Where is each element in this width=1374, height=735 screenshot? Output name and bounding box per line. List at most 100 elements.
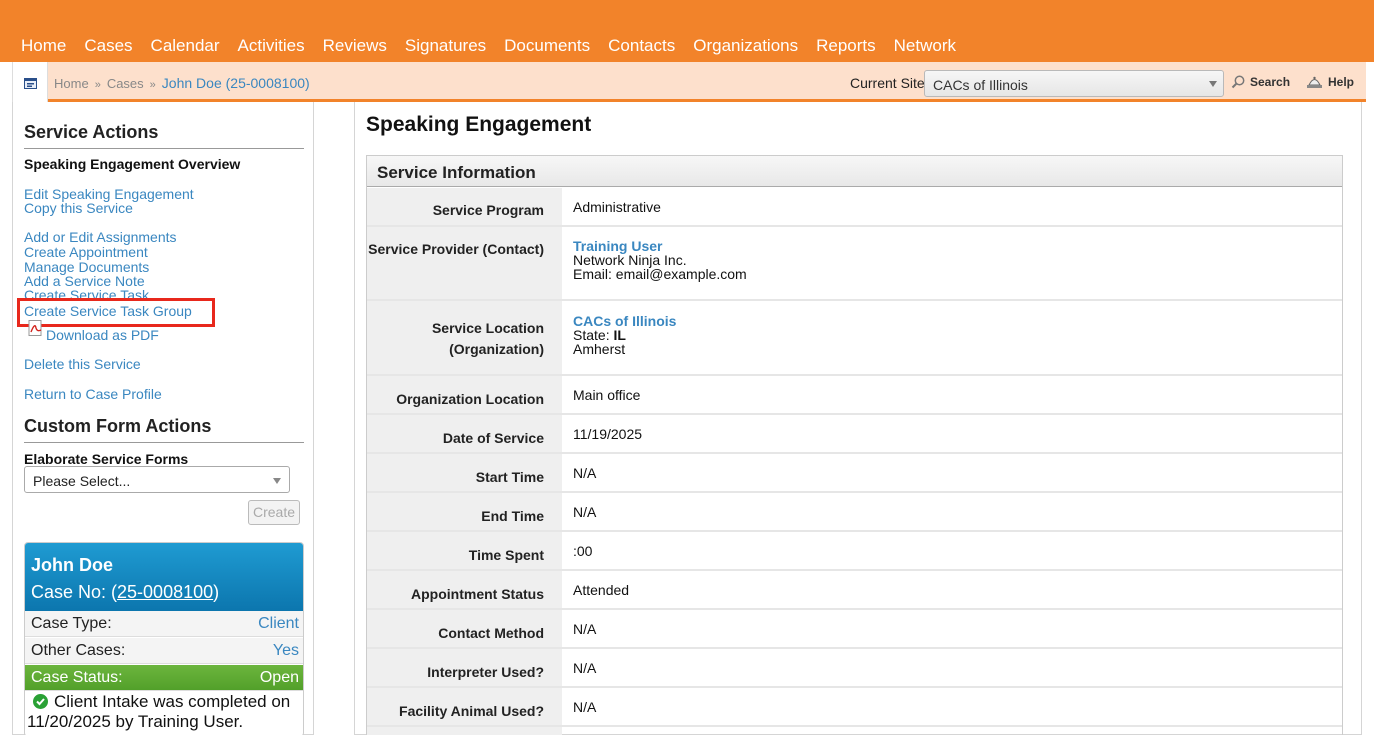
case-number-close: ) <box>213 582 220 602</box>
intake-note: Client Intake was completed on 11/20/202… <box>25 690 303 734</box>
create-form-button[interactable]: Create <box>248 500 300 525</box>
service-location-label: Service Location (Organization) <box>367 301 562 374</box>
current-site-value: CACs of Illinois <box>933 77 1028 93</box>
case-summary-card: John Doe Case No: (25-0008100) Case Type… <box>24 542 304 735</box>
location-state: State: IL <box>573 328 676 342</box>
nav-calendar[interactable]: Calendar <box>142 36 229 56</box>
intake-note-text: Client Intake was completed on 11/20/202… <box>27 692 291 731</box>
facility-animal-label: Facility Animal Used? <box>367 688 562 725</box>
window-icon <box>24 78 37 89</box>
nav-documents[interactable]: Documents <box>495 36 599 56</box>
time-spent-row: Time Spent :00 <box>367 532 1342 571</box>
nav-reports[interactable]: Reports <box>807 36 885 56</box>
create-service-task-link[interactable]: Create Service Task <box>24 288 149 298</box>
breadcrumb-separator: » <box>94 79 101 91</box>
elaborate-forms-value: Please Select... <box>33 473 131 489</box>
provider-name-link[interactable]: Training User <box>573 239 747 253</box>
nav-home[interactable]: Home <box>12 36 75 56</box>
nav-links: Home Cases Calendar Activities Reviews S… <box>12 36 965 56</box>
left-sidebar: Service Actions Speaking Engagement Over… <box>12 102 314 735</box>
top-navigation: Home Cases Calendar Activities Reviews S… <box>0 0 1374 62</box>
contact-method-value: N/A <box>573 621 597 637</box>
breadcrumb-separator: » <box>149 79 156 91</box>
delete-service-link[interactable]: Delete this Service <box>24 357 141 372</box>
service-provider-row: Service Provider (Contact) Training User… <box>367 227 1342 301</box>
help-button[interactable]: Help <box>1306 75 1354 89</box>
provider-email: Email: email@example.com <box>573 266 747 282</box>
service-provider-label: Service Provider (Contact) <box>367 227 562 299</box>
check-circle-icon <box>33 694 48 709</box>
breadcrumb-home[interactable]: Home <box>54 76 89 91</box>
facility-animal-value: N/A <box>573 699 597 715</box>
return-case-profile-link[interactable]: Return to Case Profile <box>24 387 162 402</box>
case-status-label: Case Status: <box>31 669 123 686</box>
contact-method-label: Contact Method <box>367 610 562 647</box>
location-city: Amherst <box>573 341 626 357</box>
case-number-link[interactable]: 25-0008100 <box>117 582 213 602</box>
breadcrumb-cases[interactable]: Cases <box>107 76 144 91</box>
nav-signatures[interactable]: Signatures <box>396 36 495 56</box>
current-site-select[interactable]: CACs of Illinois <box>924 70 1224 97</box>
other-cases-row: Other Cases: Yes <box>25 638 303 664</box>
divider <box>24 442 304 443</box>
end-time-row: End Time N/A <box>367 493 1342 532</box>
elaborate-forms-select[interactable]: Please Select... <box>24 466 290 493</box>
interpreter-used-row: Interpreter Used? N/A <box>367 649 1342 688</box>
appointment-status-row: Appointment Status Attended <box>367 571 1342 610</box>
current-site-label: Current Site <box>850 75 925 91</box>
appointment-status-label: Appointment Status <box>367 571 562 608</box>
nav-organizations[interactable]: Organizations <box>684 36 807 56</box>
search-icon <box>1231 75 1245 89</box>
download-pdf-link[interactable]: Download as PDF <box>46 328 159 343</box>
nav-activities[interactable]: Activities <box>229 36 314 56</box>
breadcrumb-bar: Home » Cases » John Doe (25-0008100) Current… <box>12 62 1366 106</box>
location-organization-link[interactable]: CACs of Illinois <box>573 314 676 328</box>
nav-network[interactable]: Network <box>885 36 965 56</box>
service-information-heading: Service Information <box>367 156 1342 187</box>
chevron-down-icon <box>273 478 281 484</box>
service-location-label-line1: Service Location <box>431 320 544 336</box>
add-service-note-link[interactable]: Add a Service Note <box>24 274 145 289</box>
service-program-value: Administrative <box>573 199 661 215</box>
organization-location-value: Main office <box>573 387 641 403</box>
help-label: Help <box>1328 75 1355 89</box>
provider-organization: Network Ninja Inc. <box>573 252 687 268</box>
case-number-line: Case No: (25-0008100) <box>31 582 219 603</box>
search-label: Search <box>1250 75 1291 89</box>
start-time-row: Start Time N/A <box>367 454 1342 493</box>
nav-reviews[interactable]: Reviews <box>314 36 396 56</box>
other-cases-label: Other Cases: <box>31 642 126 659</box>
other-cases-value[interactable]: Yes <box>273 642 299 660</box>
pdf-icon <box>28 320 42 336</box>
service-actions-heading: Service Actions <box>24 122 159 142</box>
elaborate-forms-label: Elaborate Service Forms <box>24 451 189 467</box>
case-type-label: Case Type: <box>31 615 112 632</box>
case-type-value[interactable]: Client <box>258 615 299 633</box>
interpreter-used-label: Interpreter Used? <box>367 649 562 686</box>
overview-heading: Speaking Engagement Overview <box>24 156 241 172</box>
start-time-value: N/A <box>573 465 597 481</box>
copy-service-link[interactable]: Copy this Service <box>24 201 133 216</box>
service-program-label: Service Program <box>367 188 562 225</box>
organization-location-row: Organization Location Main office <box>367 376 1342 415</box>
sidebar-toggle-icon[interactable] <box>12 62 48 106</box>
date-of-service-value: 11/19/2025 <box>573 426 643 442</box>
create-appointment-link[interactable]: Create Appointment <box>24 245 148 260</box>
next-row-label <box>367 727 562 735</box>
service-location-row: Service Location (Organization) CACs of … <box>367 301 1342 376</box>
page-title: Speaking Engagement <box>366 113 592 136</box>
assignments-link[interactable]: Add or Edit Assignments <box>24 230 177 245</box>
nav-cases[interactable]: Cases <box>75 36 141 56</box>
breadcrumb-current-case[interactable]: John Doe (25-0008100) <box>162 75 310 91</box>
facility-animal-row: Facility Animal Used? N/A <box>367 688 1342 727</box>
custom-form-actions-heading: Custom Form Actions <box>24 416 212 436</box>
case-status-value: Open <box>259 669 299 686</box>
service-location-label-line2: (Organization) <box>449 341 544 357</box>
case-number-label: Case No: ( <box>31 582 118 602</box>
nav-contacts[interactable]: Contacts <box>599 36 684 56</box>
case-type-row: Case Type: Client <box>25 611 303 637</box>
start-time-label: Start Time <box>367 454 562 491</box>
divider <box>24 148 304 149</box>
main-content: Speaking Engagement Service Information … <box>354 102 1362 735</box>
search-button[interactable]: Search <box>1231 75 1290 89</box>
